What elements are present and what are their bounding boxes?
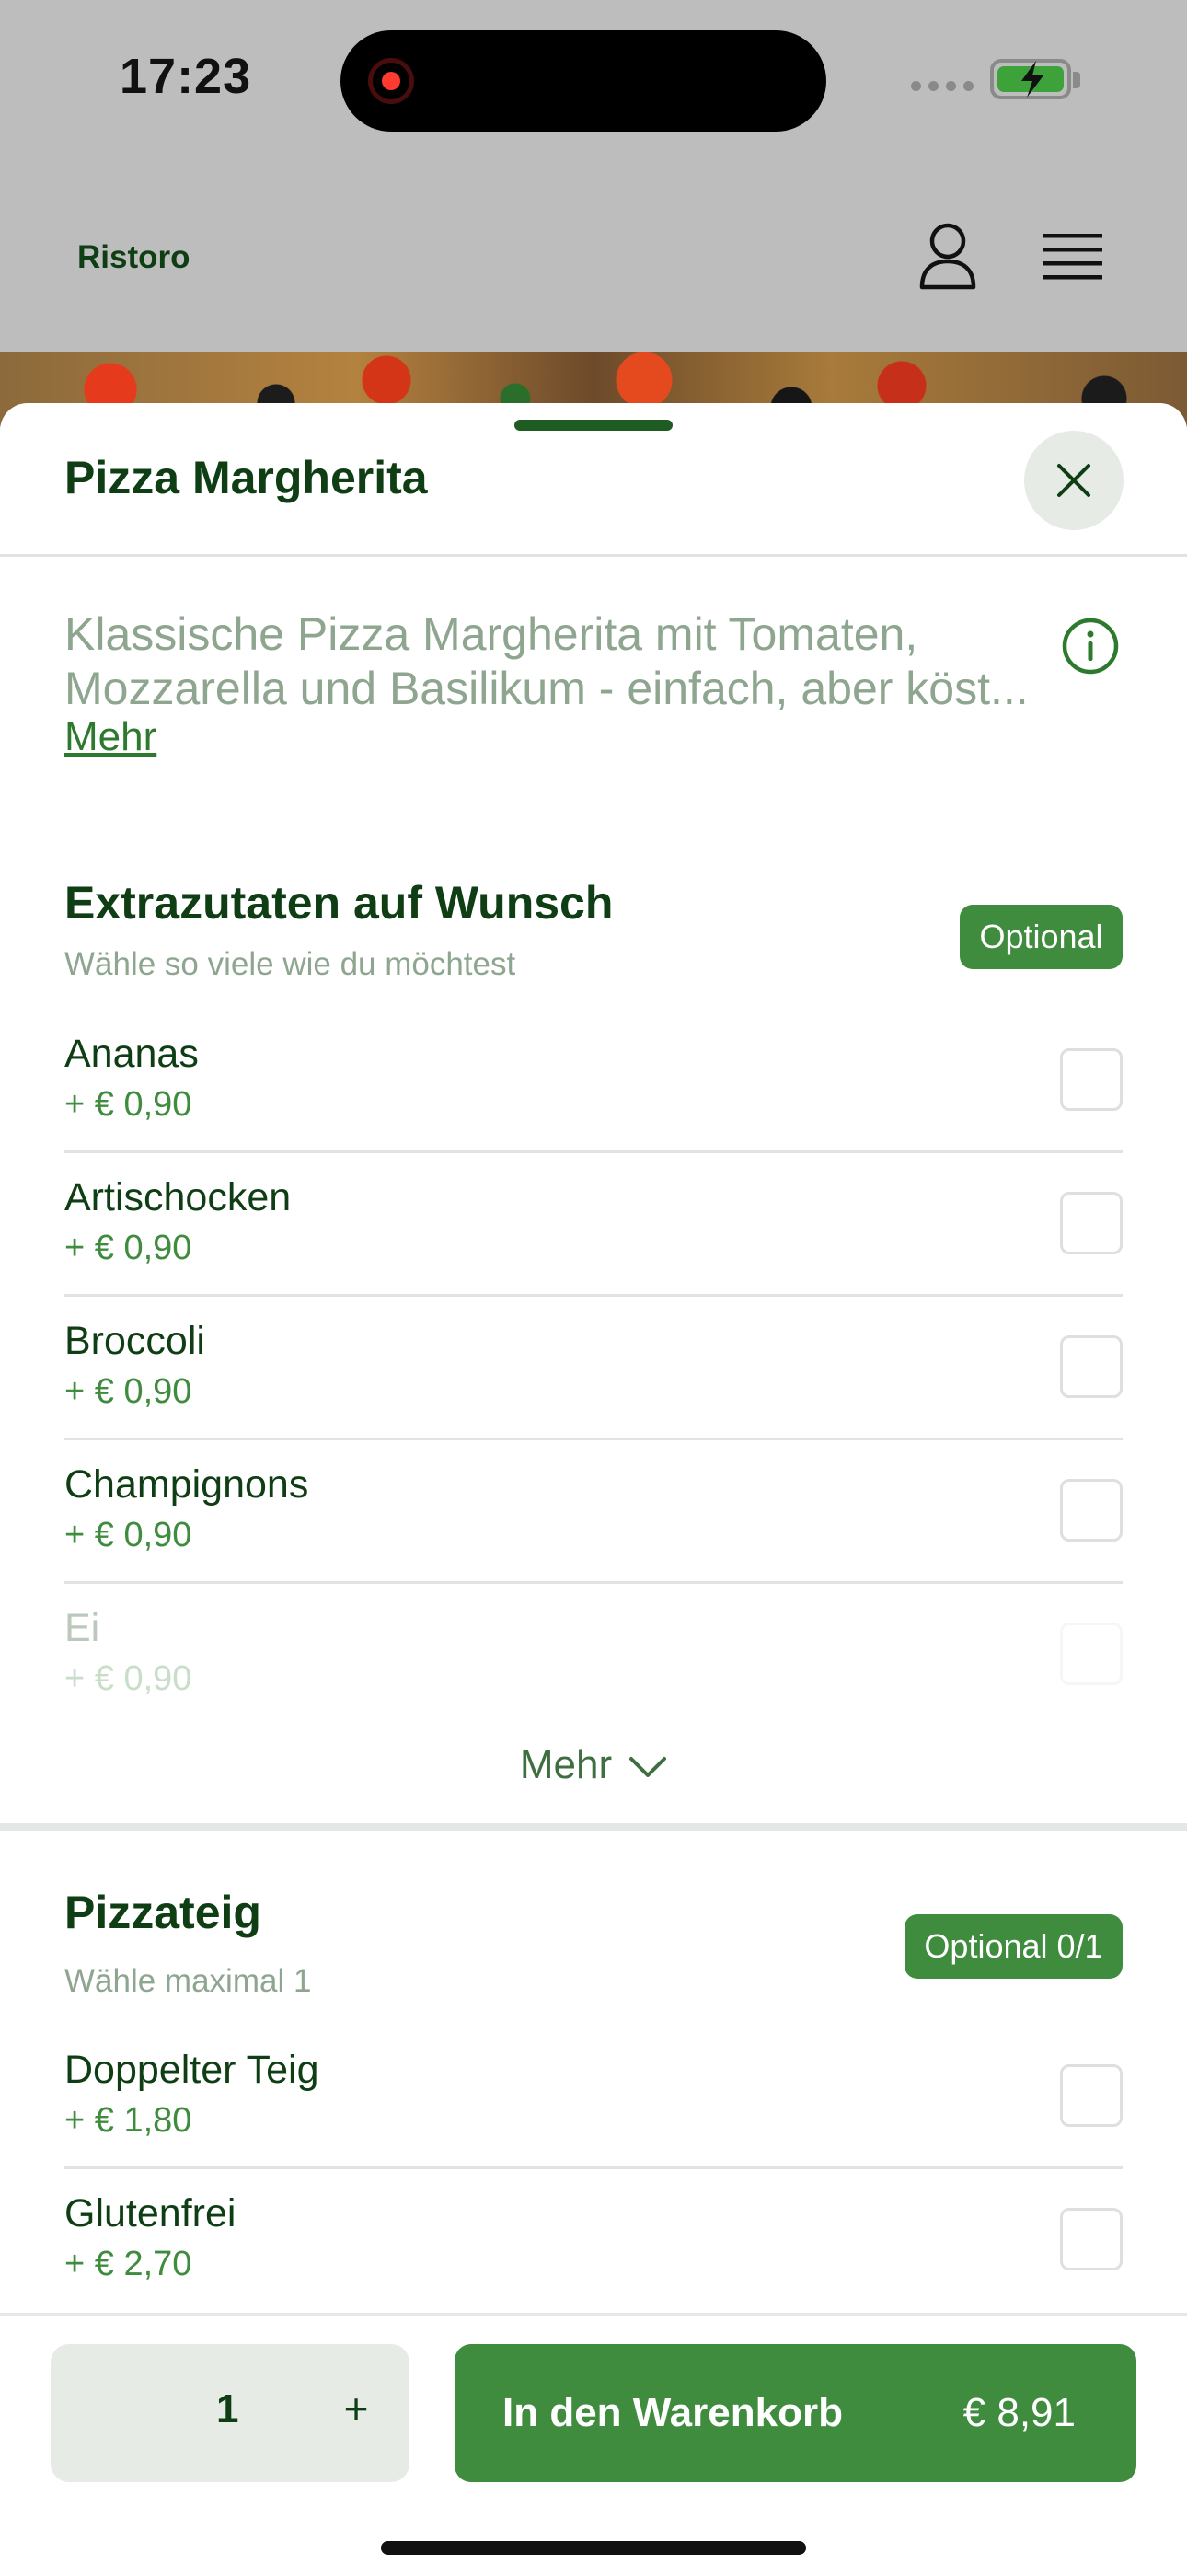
option-checkbox[interactable] (1060, 2208, 1123, 2270)
option-price: + € 0,90 (64, 1085, 192, 1124)
dough-optional-badge: Optional 0/1 (905, 1914, 1123, 1979)
add-to-cart-label: In den Warenkorb (502, 2390, 843, 2435)
recording-indicator-icon (368, 58, 414, 104)
info-icon[interactable] (1061, 617, 1120, 676)
option-row-artischocken[interactable]: Artischocken + € 0,90 (64, 1153, 1123, 1297)
quantity-plus-button[interactable]: + (328, 2381, 384, 2436)
app-header: Ristoro (0, 156, 1187, 354)
product-sheet: Pizza Margherita Klassische Pizza Marghe… (0, 403, 1187, 2573)
option-row-doppelter-teig[interactable]: Doppelter Teig + € 1,80 (64, 2026, 1123, 2169)
option-price: + € 0,90 (64, 1372, 192, 1411)
description-line: Mozzarella und Basilikum - einfach, aber… (64, 663, 1029, 714)
header-divider (0, 554, 1187, 557)
option-price: + € 0,90 (64, 1659, 192, 1698)
battery-cap (1073, 72, 1080, 88)
cellular-signal-icon (911, 81, 974, 91)
status-time: 17:23 (120, 49, 252, 104)
quantity-value: 1 (216, 2386, 239, 2432)
add-to-cart-button[interactable]: In den Warenkorb € 8,91 (455, 2344, 1136, 2482)
close-icon (1057, 464, 1090, 497)
option-row-glutenfrei[interactable]: Glutenfrei + € 2,70 (64, 2169, 1123, 2313)
order-footer: 1 + In den Warenkorb € 8,91 (0, 2313, 1187, 2576)
description-line: Klassische Pizza Margherita mit Tomaten, (64, 608, 918, 660)
option-checkbox[interactable] (1060, 1335, 1123, 1398)
dynamic-island (340, 30, 826, 132)
option-checkbox[interactable] (1060, 2064, 1123, 2127)
extras-optional-badge: Optional (960, 905, 1123, 969)
description-more-link[interactable]: Mehr (64, 714, 156, 760)
option-row-ananas[interactable]: Ananas + € 0,90 (64, 1010, 1123, 1153)
chevron-down-icon (629, 1757, 667, 1778)
option-name: Doppelter Teig (64, 2048, 319, 2092)
user-icon[interactable] (918, 223, 977, 291)
option-name: Ei (64, 1606, 100, 1650)
product-title: Pizza Margherita (64, 452, 428, 503)
option-name: Glutenfrei (64, 2191, 236, 2235)
dough-section-subtitle: Wähle maximal 1 (64, 1963, 312, 1999)
status-bar: 17:23 (0, 0, 1187, 156)
quantity-stepper[interactable]: 1 + (51, 2344, 409, 2482)
option-checkbox[interactable] (1060, 1479, 1123, 1542)
option-name: Artischocken (64, 1175, 292, 1219)
option-row-broccoli[interactable]: Broccoli + € 0,90 (64, 1297, 1123, 1440)
extras-section-subtitle: Wähle so viele wie du möchtest (64, 946, 516, 982)
sheet-grabber[interactable] (514, 420, 673, 431)
menu-icon[interactable] (1043, 232, 1102, 283)
option-checkbox[interactable] (1060, 1192, 1123, 1254)
option-row-ei[interactable]: Ei + € 0,90 (64, 1584, 1123, 1727)
cart-total-price: € 8,91 (962, 2390, 1076, 2435)
option-price: + € 2,70 (64, 2245, 192, 2283)
option-checkbox[interactable] (1060, 1623, 1123, 1685)
option-name: Ananas (64, 1032, 199, 1076)
option-checkbox[interactable] (1060, 1048, 1123, 1111)
product-description: Klassische Pizza Margherita mit Tomaten,… (64, 607, 1058, 716)
section-separator (0, 1823, 1187, 1831)
close-button[interactable] (1024, 431, 1124, 530)
extras-section-title: Extrazutaten auf Wunsch (64, 877, 614, 929)
option-price: + € 1,80 (64, 2101, 192, 2140)
show-more-label: Mehr (519, 1742, 613, 1787)
battery-icon (990, 59, 1071, 99)
option-price: + € 0,90 (64, 1229, 192, 1267)
home-indicator[interactable] (381, 2541, 806, 2555)
brand-name[interactable]: Ristoro (77, 239, 190, 276)
option-price: + € 0,90 (64, 1516, 192, 1554)
show-more-toggle[interactable]: Mehr (0, 1742, 1187, 1788)
option-name: Champignons (64, 1462, 309, 1507)
option-row-champignons[interactable]: Champignons + € 0,90 (64, 1440, 1123, 1584)
option-name: Broccoli (64, 1319, 205, 1363)
dough-section-title: Pizzateig (64, 1887, 261, 1938)
